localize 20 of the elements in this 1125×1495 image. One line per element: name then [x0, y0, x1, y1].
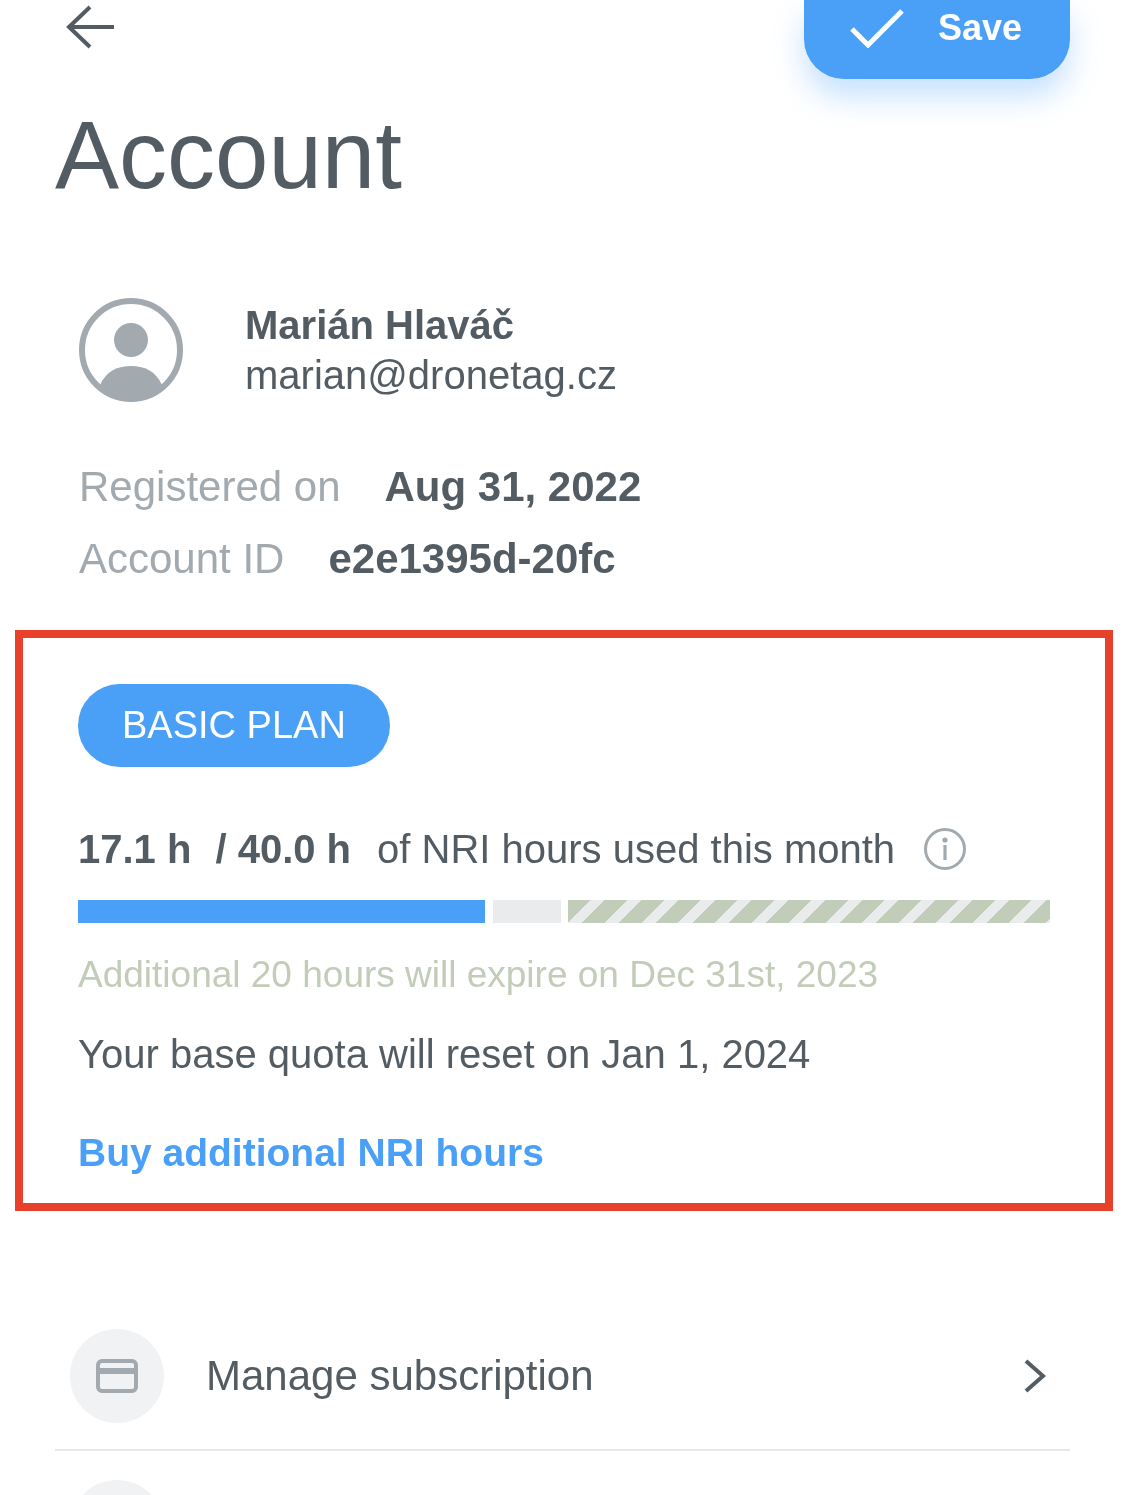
menu-item[interactable]: Manage subscription	[55, 1303, 1070, 1451]
used-hours: 17.1 h	[78, 826, 192, 873]
detail-label: Registered on	[79, 462, 341, 512]
chevron-right-icon	[1023, 1358, 1047, 1394]
reset-note: Your base quota will reset on Jan 1, 2024	[78, 1031, 811, 1078]
user-name: Marián Hlaváč	[245, 302, 515, 349]
detail-label: Account ID	[79, 534, 285, 584]
avatar-icon	[78, 297, 184, 403]
expiry-note: Additional 20 hours will expire on Dec 31st, 2023	[78, 953, 879, 997]
plan-badge: BASIC PLAN	[78, 684, 390, 767]
usage-caption: of NRI hours used this month	[377, 826, 896, 873]
save-button[interactable]: Save	[804, 0, 1070, 79]
detail-value: Aug 31, 2022	[384, 462, 642, 512]
buy-hours-link[interactable]: Buy additional NRI hours	[78, 1128, 544, 1178]
detail-value: e2e1395d-20fc	[328, 534, 616, 584]
page-title: Account	[55, 107, 402, 203]
check-icon	[850, 7, 904, 48]
back-arrow-icon[interactable]	[66, 5, 114, 49]
user-email: marian@dronetag.cz	[245, 352, 617, 399]
hours-limit: / 40.0 h	[215, 826, 352, 873]
